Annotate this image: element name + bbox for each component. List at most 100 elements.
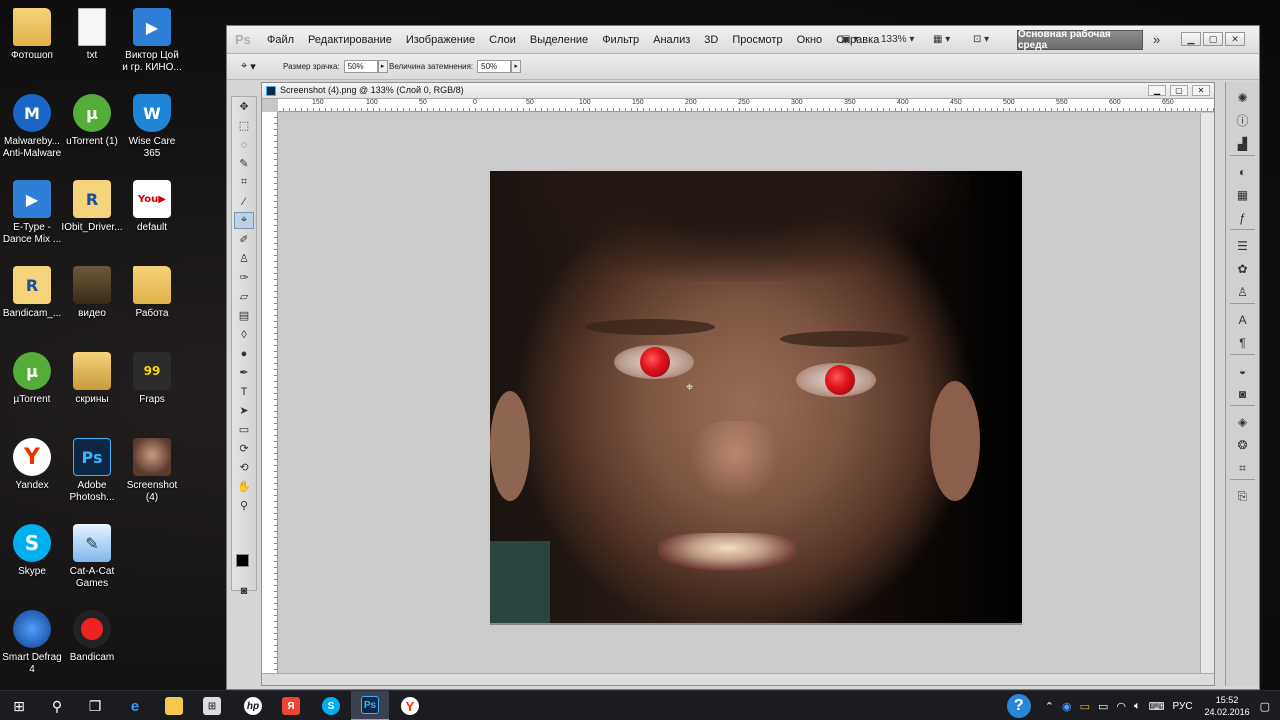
pupil-size-input[interactable]: 50% <box>343 60 378 73</box>
menu-edit[interactable]: Редактирование <box>308 34 392 46</box>
menu-3d[interactable]: 3D <box>704 34 718 46</box>
taskbar-skype[interactable]: S <box>312 691 350 720</box>
darken-amount-arrow-icon[interactable]: ▸ <box>511 60 522 73</box>
volume-icon[interactable]: 🔈︎ <box>1134 700 1141 713</box>
vertical-scrollbar[interactable] <box>1200 113 1214 675</box>
desktop-icon-screenshot-4[interactable]: Screenshot (4) <box>120 430 184 510</box>
image-canvas[interactable]: ⌖ <box>490 171 1022 625</box>
desktop-icon-utorrent-1[interactable]: µ uTorrent (1) <box>60 86 124 166</box>
foreground-color-swatch[interactable] <box>236 554 249 567</box>
crop-tool-icon[interactable]: ⌗ <box>234 174 254 191</box>
marquee-tool-icon[interactable]: ⬚ <box>234 117 254 134</box>
workspace-button[interactable]: Основная рабочая среда <box>1017 29 1143 51</box>
show-hidden-icons-icon[interactable]: ⌃ <box>1045 700 1054 713</box>
menu-file[interactable]: Файл <box>267 34 294 46</box>
desktop-icon-adobe-photoshop[interactable]: Ps Adobe Photosh... <box>60 430 124 510</box>
desktop-icon-tsoy-video[interactable]: ▶ Виктор Цой и гр. КИНО... <box>120 0 184 80</box>
taskbar-hp[interactable]: hp <box>234 691 272 720</box>
paths-panel-icon[interactable]: ⌗ <box>1234 461 1252 475</box>
document-tab[interactable]: Screenshot (4).png @ 133% (Слой 0, RGB/8… <box>262 83 1214 99</box>
color-panel-icon[interactable]: ◐ <box>1234 165 1252 179</box>
network-icon[interactable]: ◠ <box>1116 700 1126 713</box>
desktop-icon-smart-defrag[interactable]: Smart Defrag 4 <box>0 602 64 682</box>
desktop-icon-skriny[interactable]: скрины <box>60 344 124 424</box>
type-tool-icon[interactable]: T <box>234 383 254 400</box>
doc-restore-button[interactable]: ▢ <box>1170 85 1188 96</box>
taskbar-explorer[interactable] <box>155 691 193 720</box>
tool-preset-picker[interactable]: ⌖ ▾ <box>241 60 256 73</box>
pupil-size-arrow-icon[interactable]: ▸ <box>377 60 388 73</box>
help-icon[interactable]: ? <box>1006 694 1031 718</box>
shape-tool-icon[interactable]: ▭ <box>234 421 254 438</box>
3d-rotate-tool-icon[interactable]: ⟳ <box>234 440 254 457</box>
desktop-icon-photoshop-folder[interactable]: Фотошоп <box>0 0 64 80</box>
close-button[interactable]: ✕ <box>1225 32 1245 46</box>
taskbar-photoshop[interactable]: Ps <box>351 691 389 720</box>
desktop-icon-iobit[interactable]: R IObit_Driver... <box>60 172 124 252</box>
adjustments-panel-icon[interactable]: ☰ <box>1234 239 1252 253</box>
menu-analysis[interactable]: Анализ <box>653 34 690 46</box>
channels-panel-icon[interactable]: ❂ <box>1234 438 1252 452</box>
info-panel-icon[interactable]: ⓘ <box>1234 114 1252 128</box>
battery-icon[interactable]: ▭ <box>1098 700 1108 713</box>
folder-sync-icon[interactable]: ▭ <box>1080 700 1090 713</box>
desktop-icon-default[interactable]: You▶ default <box>120 172 184 252</box>
swatches-panel-icon[interactable]: ▦ <box>1234 188 1252 202</box>
clone-source-panel-icon[interactable]: ♙ <box>1234 285 1252 299</box>
eraser-tool-icon[interactable]: ▱ <box>234 288 254 305</box>
keyboard-icon[interactable]: ⌨ <box>1149 700 1165 713</box>
screen-mode-dropdown[interactable]: ▣ ▾ <box>841 31 858 48</box>
menu-filter[interactable]: Фильтр <box>602 34 639 46</box>
task-view-button[interactable]: ❐ <box>76 691 114 720</box>
menu-layers[interactable]: Слои <box>489 34 516 46</box>
darken-amount-input[interactable]: 50% <box>477 60 512 73</box>
minimize-button[interactable]: ▁ <box>1181 32 1201 46</box>
desktop-icon-bandicam[interactable]: Bandicam <box>60 602 124 682</box>
taskbar-yandex-browser[interactable]: Y <box>391 691 429 720</box>
taskbar-store[interactable]: ⊞ <box>193 691 231 720</box>
eyedropper-tool-icon[interactable]: ⁄ <box>234 193 254 210</box>
menu-view[interactable]: Просмотр <box>732 34 782 46</box>
desktop-icon-bandicam-folder[interactable]: R Bandicam_... <box>0 258 64 338</box>
dodge-tool-icon[interactable]: ● <box>234 345 254 362</box>
clock[interactable]: 15:52 24.02.2016 <box>1205 694 1250 718</box>
menu-select[interactable]: Выделение <box>530 34 588 46</box>
language-indicator[interactable]: РУС <box>1173 701 1193 712</box>
brushes-panel-icon[interactable]: ✿ <box>1234 262 1252 276</box>
quick-selection-tool-icon[interactable]: ✎ <box>234 155 254 172</box>
red-eye-tool-icon[interactable]: ⌖ <box>234 212 254 229</box>
zoom-tool-icon[interactable]: ⚲ <box>234 497 254 514</box>
canvas-area[interactable]: ⌖ <box>279 113 1200 675</box>
quick-mask-icon[interactable]: ◙ <box>234 582 254 599</box>
desktop-icon-fraps[interactable]: 99 Fraps <box>120 344 184 424</box>
doc-minimize-button[interactable]: ▁ <box>1148 85 1166 96</box>
lasso-tool-icon[interactable]: ◌ <box>234 136 254 153</box>
arrange-documents-dropdown[interactable]: ▦ ▾ <box>933 31 950 48</box>
screen-layout-dropdown[interactable]: ⊡ ▾ <box>973 31 989 48</box>
desktop-icon-video[interactable]: видео <box>60 258 124 338</box>
paragraph-panel-icon[interactable]: ¶ <box>1234 336 1252 350</box>
menu-image[interactable]: Изображение <box>406 34 475 46</box>
pen-tool-icon[interactable]: ✒ <box>234 364 254 381</box>
maximize-button[interactable]: ▢ <box>1203 32 1223 46</box>
move-tool-icon[interactable]: ✥ <box>234 98 254 115</box>
blur-tool-icon[interactable]: ◊ <box>234 326 254 343</box>
gradient-tool-icon[interactable]: ▤ <box>234 307 254 324</box>
masks-panel-icon[interactable]: ◒ <box>1234 364 1252 378</box>
desktop-icon-rabota[interactable]: Работа <box>120 258 184 338</box>
more-workspaces-icon[interactable]: » <box>1153 31 1160 48</box>
clone-stamp-tool-icon[interactable]: ♙ <box>234 250 254 267</box>
doc-close-button[interactable]: ✕ <box>1192 85 1210 96</box>
update-icon[interactable]: ◉ <box>1062 700 1072 713</box>
desktop-icon-utorrent[interactable]: µ µTorrent <box>0 344 64 424</box>
history-brush-tool-icon[interactable]: ✑ <box>234 269 254 286</box>
menu-window[interactable]: Окно <box>797 34 823 46</box>
history-panel-icon[interactable]: ⎘ <box>1234 489 1252 503</box>
character-panel-icon[interactable]: A <box>1234 313 1252 327</box>
start-button[interactable]: ⊞ <box>0 691 38 720</box>
desktop-icon-cat-a-cat[interactable]: ✎ Cat-A-Cat Games <box>60 516 124 596</box>
desktop-icon-yandex[interactable]: Y Yandex <box>0 430 64 510</box>
styles-panel-icon[interactable]: ƒ <box>1234 211 1252 225</box>
desktop-icon-etype-video[interactable]: ▶ E-Type - Dance Mix ... <box>0 172 64 252</box>
brush-tool-icon[interactable]: ✐ <box>234 231 254 248</box>
